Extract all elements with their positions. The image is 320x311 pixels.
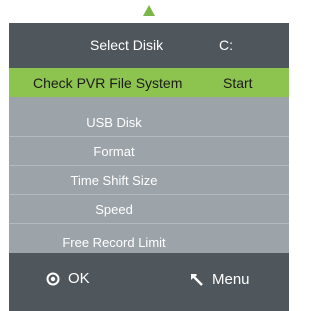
ok-hint-label: OK	[68, 270, 90, 287]
scroll-up-arrow-icon[interactable]	[142, 4, 156, 18]
footer-hint-bar: OK Menu	[9, 253, 289, 311]
menu-item-format[interactable]: Format	[9, 137, 289, 166]
menu-item-time-shift-size[interactable]: Time Shift Size	[9, 166, 289, 195]
menu-item-free-record-limit[interactable]: Free Record Limit	[9, 224, 289, 253]
menu-item-speed[interactable]: Speed	[9, 195, 289, 224]
menu-item-label: Format	[93, 144, 135, 159]
select-disk-value: C:	[219, 37, 233, 53]
select-disk-row[interactable]: Select Disik C:	[9, 23, 289, 68]
menu-item-label: Check PVR File System	[33, 75, 183, 91]
menu-hint-label: Menu	[212, 271, 250, 288]
menu-item-usb-disk[interactable]: USB Disk	[9, 108, 289, 137]
pvr-file-system-menu: Select Disik C: Check PVR File System St…	[9, 23, 289, 311]
menu-hint[interactable]: Menu	[190, 271, 250, 288]
select-disk-label: Select Disik	[90, 37, 164, 53]
menu-item-label: Speed	[95, 202, 133, 217]
return-arrow-icon	[191, 273, 203, 286]
ok-circle-icon	[46, 272, 60, 285]
ok-hint[interactable]: OK	[46, 270, 90, 287]
menu-item-check-pvr-file-system[interactable]: Check PVR File System Start	[9, 68, 289, 97]
menu-item-label: Free Record Limit	[62, 235, 166, 250]
menu-item-label: Time Shift Size	[70, 173, 158, 188]
menu-item-label: USB Disk	[86, 115, 142, 130]
menu-item-value: Start	[223, 75, 253, 91]
